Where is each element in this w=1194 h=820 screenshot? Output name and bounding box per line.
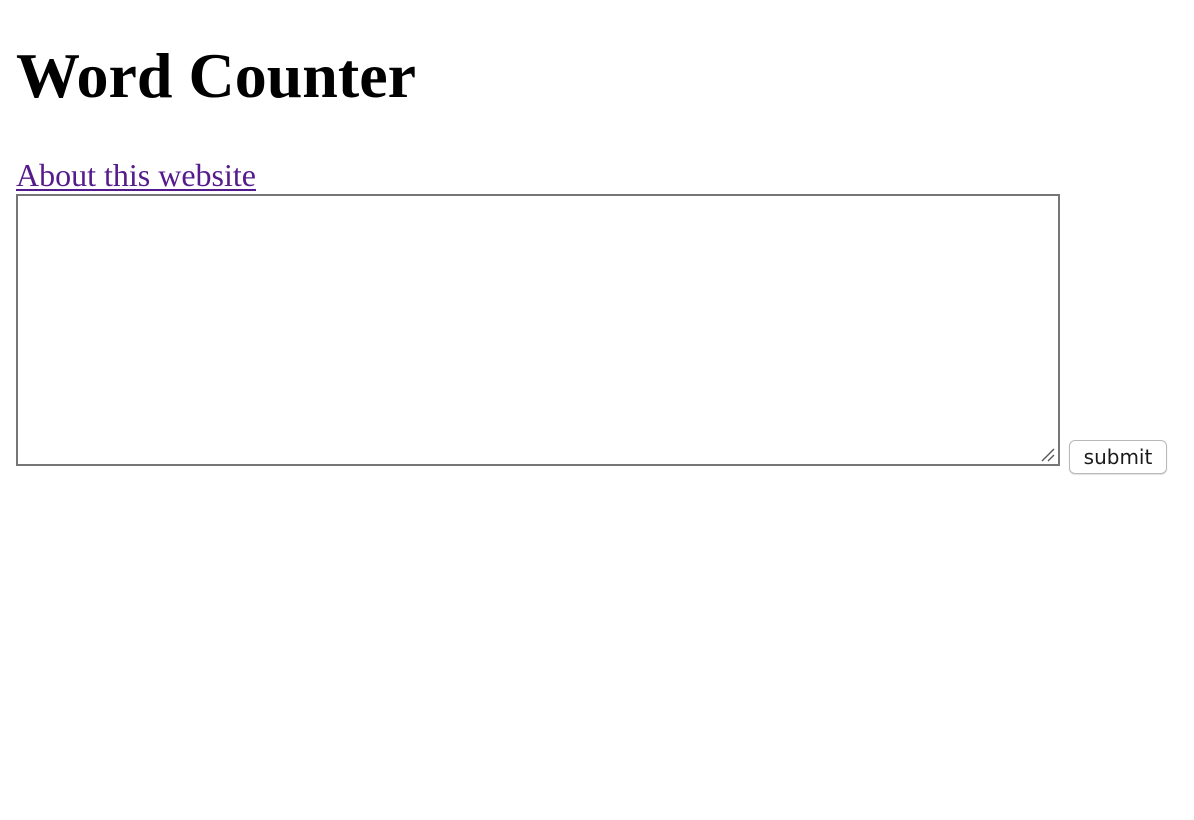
page-title: Word Counter: [16, 40, 416, 111]
text-input[interactable]: [16, 194, 1060, 466]
about-link[interactable]: About this website: [16, 155, 256, 195]
page: Word Counter About this website submit: [0, 0, 1194, 820]
resize-grip-icon[interactable]: [1040, 447, 1056, 463]
submit-button[interactable]: submit: [1069, 440, 1167, 474]
